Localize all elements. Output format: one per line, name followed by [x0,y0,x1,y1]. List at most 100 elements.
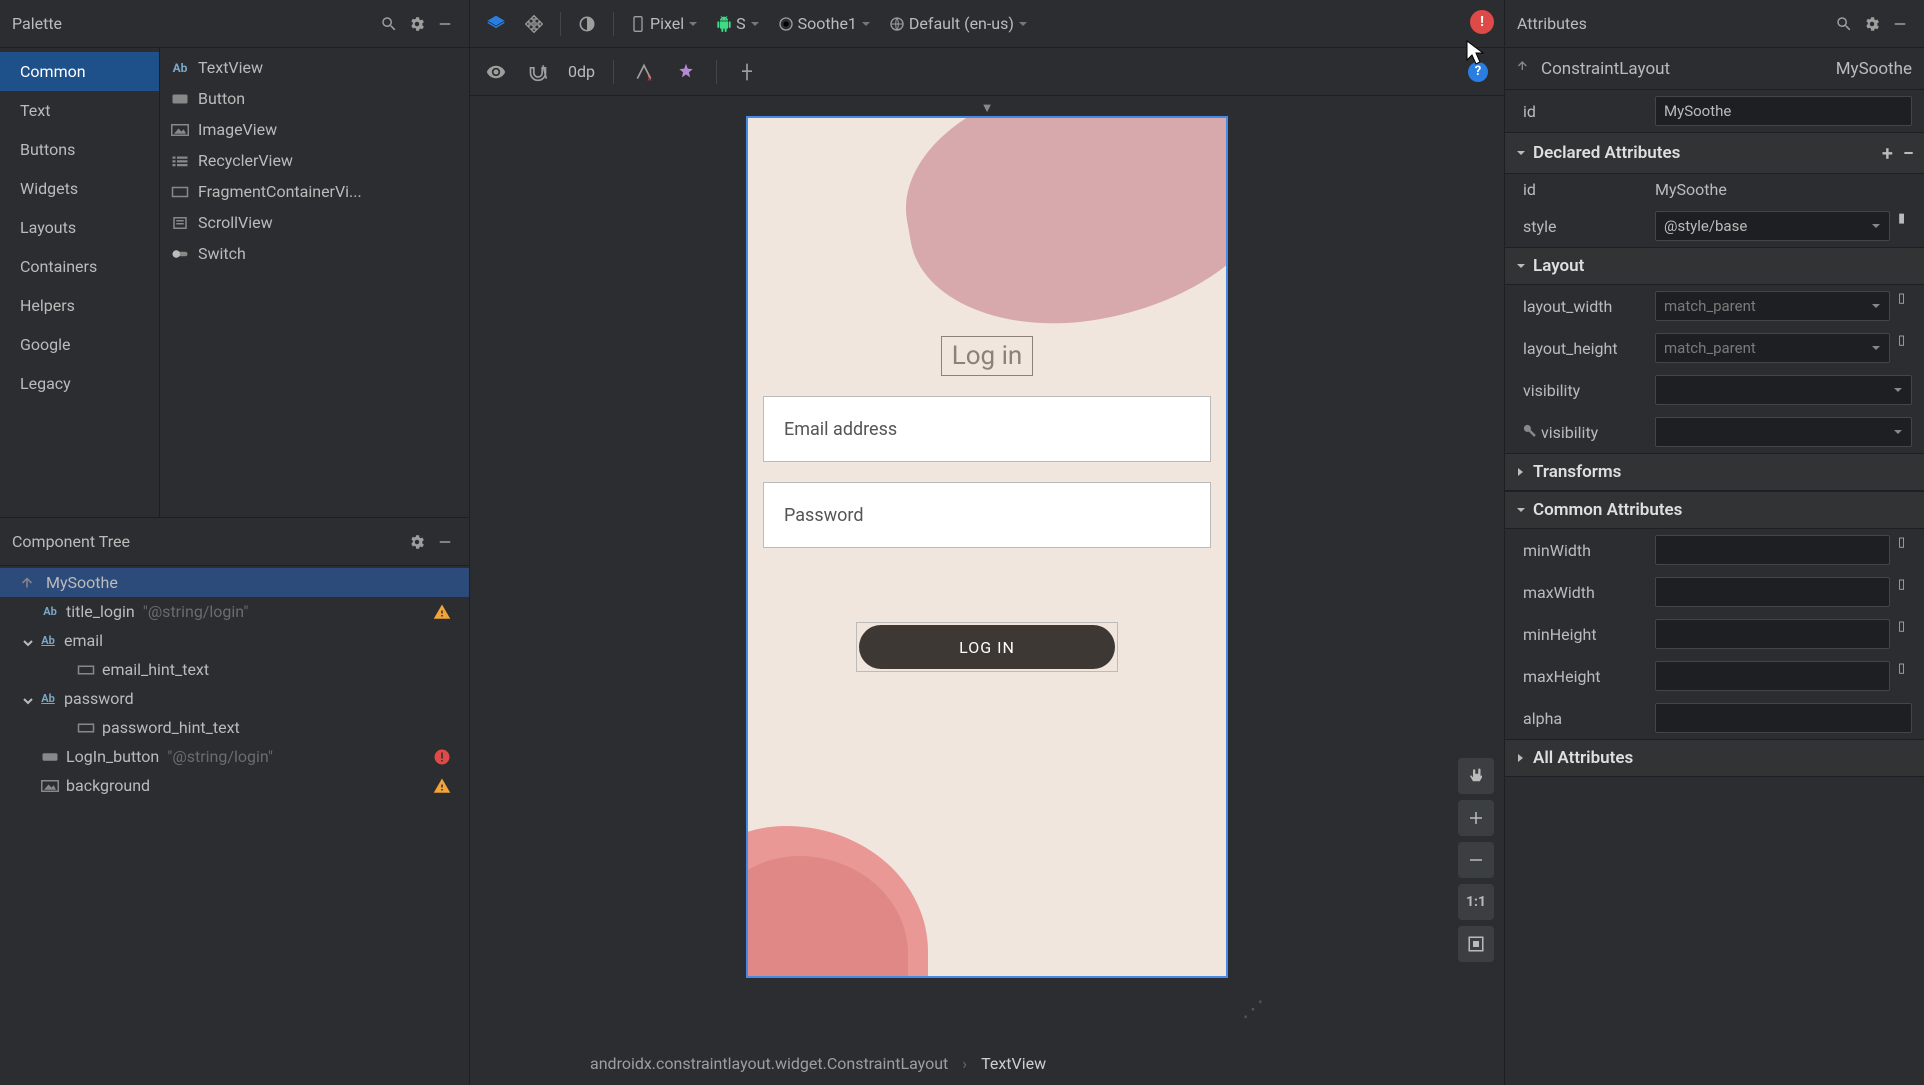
attr-row-layout-height: layout_height match_parent ▯ [1505,327,1924,369]
section-declared-attributes[interactable]: Declared Attributes +− [1505,132,1924,174]
breadcrumb-path[interactable]: androidx.constraintlayout.widget.Constra… [590,1054,948,1073]
maxwidth-input[interactable] [1655,577,1890,607]
orientation-icon[interactable] [518,8,550,40]
tree-node-mysoothe[interactable]: MySoothe [0,568,469,597]
id-input[interactable] [1655,96,1912,126]
theme-selector[interactable]: Soothe1 [772,10,877,37]
attributes-component-header: ConstraintLayout MySoothe [1505,48,1924,90]
eye-icon[interactable] [480,56,512,88]
layout-height-select[interactable]: match_parent [1655,333,1890,363]
clear-constraints-icon[interactable]: x [628,56,660,88]
palette-category-legacy[interactable]: Legacy [0,364,159,403]
minheight-input[interactable] [1655,619,1890,649]
tree-node-login-button[interactable]: LogIn_button "@string/login" [0,742,469,771]
tree-node-email-hint[interactable]: email_hint_text [0,655,469,684]
minimize-icon[interactable] [433,12,457,36]
wrench-icon [1523,424,1537,438]
palette-category-text[interactable]: Text [0,91,159,130]
minwidth-input[interactable] [1655,535,1890,565]
tree-node-password-hint[interactable]: password_hint_text [0,713,469,742]
zoom-out-button[interactable] [1458,842,1494,878]
locale-selector[interactable]: Default (en-us) [883,10,1034,37]
section-transforms[interactable]: Transforms [1505,453,1924,491]
resize-handle-icon[interactable]: ⋰ [1242,997,1264,1022]
add-attribute-icon[interactable]: + [1882,141,1893,165]
palette-category-widgets[interactable]: Widgets [0,169,159,208]
android-icon [716,16,732,32]
visibility-select[interactable] [1655,375,1912,405]
error-badge[interactable]: ! [1470,10,1494,34]
palette-category-helpers[interactable]: Helpers [0,286,159,325]
palette-item-scrollview[interactable]: ScrollView [160,207,469,238]
palette-item-switch[interactable]: Switch [160,238,469,269]
warning-icon[interactable] [433,603,451,621]
attributes-title: Attributes [1517,14,1828,33]
remove-attribute-icon[interactable]: − [1903,141,1914,165]
alpha-input[interactable] [1655,703,1912,733]
maxheight-input[interactable] [1655,661,1890,691]
guidelines-icon[interactable] [731,56,763,88]
preview-title-login[interactable]: Log in [941,336,1034,376]
magnet-icon[interactable] [522,56,554,88]
text-icon: Ab [170,60,190,76]
gear-icon[interactable] [405,12,429,36]
gear-icon[interactable] [1860,12,1884,36]
zoom-fit-button[interactable] [1458,926,1494,962]
zoom-in-button[interactable] [1458,800,1494,836]
api-selector[interactable]: S [710,10,766,37]
preview-email-input[interactable]: Email address [763,396,1211,462]
button-icon [170,91,190,107]
tools-visibility-select[interactable] [1655,417,1912,447]
palette-category-buttons[interactable]: Buttons [0,130,159,169]
pan-tool-icon[interactable] [1458,758,1494,794]
minimize-icon[interactable] [1888,12,1912,36]
palette-item-recyclerview[interactable]: RecyclerView [160,145,469,176]
preview-login-button[interactable]: LOG IN [859,625,1115,669]
search-icon[interactable] [1832,12,1856,36]
layout-width-select[interactable]: match_parent [1655,291,1890,321]
palette-item-imageview[interactable]: ImageView [160,114,469,145]
preview-password-input[interactable]: Password [763,482,1211,548]
section-common-attributes[interactable]: Common Attributes [1505,491,1924,529]
device-selector[interactable]: Pixel [624,10,704,37]
style-select[interactable]: @style/base [1655,211,1890,241]
tree-node-title-login[interactable]: Ab title_login "@string/login" [0,597,469,626]
palette-item-button[interactable]: Button [160,83,469,114]
tree-node-background[interactable]: background [0,771,469,800]
breadcrumb-current[interactable]: TextView [981,1054,1046,1073]
device-preview[interactable]: Log in Email address Password LOG IN [746,116,1228,978]
palette-item-textview[interactable]: AbTextView [160,52,469,83]
layers-icon[interactable] [480,8,512,40]
palette-category-layouts[interactable]: Layouts [0,208,159,247]
chevron-down-icon[interactable] [22,634,36,648]
palette-item-fragmentcontainer[interactable]: FragmentContainerVi... [160,176,469,207]
error-icon[interactable] [433,748,451,766]
globe-icon [889,16,905,32]
attr-row-declared-id: id MySoothe [1505,174,1924,205]
warning-icon[interactable] [433,777,451,795]
design-canvas[interactable]: ▼ Log in Email address Password LOG IN ⋰ [470,96,1504,1042]
infer-constraints-icon[interactable] [670,56,702,88]
night-mode-icon[interactable] [571,8,603,40]
zoom-actual-button[interactable]: 1:1 [1458,884,1494,920]
gear-icon[interactable] [405,530,429,554]
text-icon: Ab [38,691,58,707]
palette-category-containers[interactable]: Containers [0,247,159,286]
section-all-attributes[interactable]: All Attributes [1505,739,1924,777]
palette-category-google[interactable]: Google [0,325,159,364]
preview-login-button-wrap: LOG IN [856,622,1118,672]
cursor-icon [1466,40,1486,66]
attr-row-alpha: alpha [1505,697,1924,739]
section-layout[interactable]: Layout [1505,247,1924,285]
minimize-icon[interactable] [433,530,457,554]
constraint-marker-icon: ▼ [981,100,994,116]
margin-value[interactable]: 0dp [564,62,599,81]
palette-category-common[interactable]: Common [0,52,159,91]
list-icon [170,153,190,169]
flag-icon[interactable]: ▮ [1898,211,1912,241]
tree-node-email[interactable]: Ab email [0,626,469,655]
attr-row-layout-width: layout_width match_parent ▯ [1505,285,1924,327]
search-icon[interactable] [377,12,401,36]
tree-node-password[interactable]: Ab password [0,684,469,713]
chevron-down-icon[interactable] [22,692,36,706]
